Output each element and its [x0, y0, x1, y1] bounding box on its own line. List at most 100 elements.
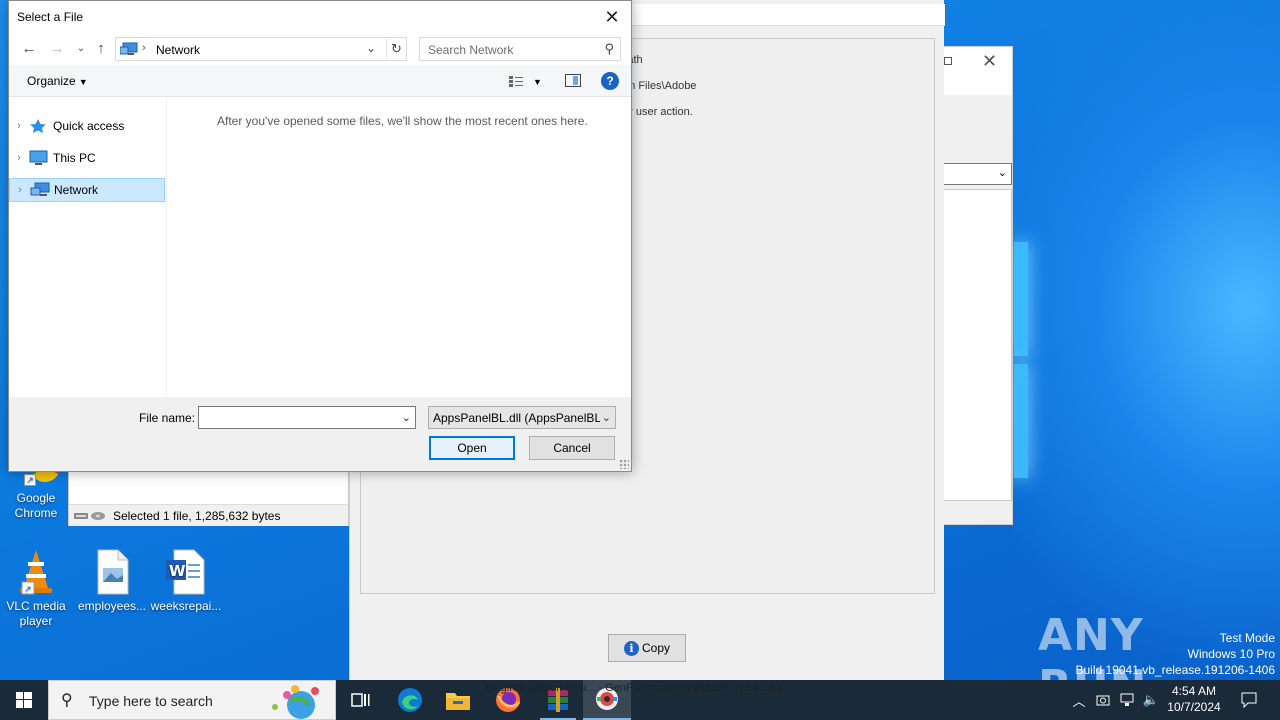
- notification-icon: [1241, 692, 1257, 708]
- chevron-down-icon: ⌄: [599, 411, 611, 424]
- start-button[interactable]: [0, 680, 48, 720]
- desktop-icon-label: weeksrepai...: [150, 599, 222, 613]
- secondary-window-combobox[interactable]: ⌄: [944, 163, 1012, 185]
- info-icon: i: [623, 640, 639, 656]
- camera-icon: [1096, 695, 1110, 706]
- folder-icon: [446, 693, 470, 710]
- taskbar-search-input[interactable]: Type here to search: [89, 693, 213, 709]
- select-file-dialog: Select a File ✕ ← → ⌄ ↑ › Network ⌄ ↻ Se…: [8, 0, 632, 472]
- maximize-icon[interactable]: [944, 57, 952, 65]
- cancel-button[interactable]: Cancel: [529, 436, 615, 460]
- chevron-right-icon[interactable]: ›: [9, 120, 29, 132]
- search-input[interactable]: Search Network: [428, 43, 513, 57]
- desktop-icon-weeksrepai[interactable]: W weeksrepai...: [148, 548, 224, 614]
- nav-item-this-pc[interactable]: › This PC: [9, 146, 165, 170]
- clock-time: 4:54 AM: [1171, 684, 1217, 698]
- explorer-status-bar: Selected 1 file, 1,285,632 bytes: [69, 504, 348, 526]
- forward-button[interactable]: →: [47, 38, 67, 58]
- chevron-right-icon[interactable]: ›: [10, 184, 30, 196]
- speaker-icon: 🔈: [1142, 692, 1160, 707]
- close-button[interactable]: ✕: [597, 3, 627, 31]
- copy-button-label: Copy: [641, 641, 670, 655]
- network-tray-icon[interactable]: [1116, 680, 1138, 720]
- copy-button[interactable]: i Copy: [608, 634, 686, 662]
- search-icon: ⚲: [604, 41, 614, 56]
- dialog-title: Select a File: [17, 10, 84, 24]
- dropdown-arrow-icon: ▼: [533, 77, 542, 87]
- word-document-icon: W: [162, 548, 210, 596]
- search-box[interactable]: Search Network ⚲: [419, 37, 621, 61]
- nav-item-label: This PC: [53, 151, 96, 165]
- taskbar-clock[interactable]: 4:54 AM 10/7/2024: [1164, 683, 1224, 715]
- command-bar: Organize ▼ ▼ ?: [9, 65, 631, 97]
- meet-now-tray-icon[interactable]: [1092, 680, 1114, 720]
- up-button[interactable]: ↑: [91, 38, 111, 58]
- edge-taskbar-button[interactable]: [386, 680, 434, 720]
- chevron-up-icon: ︿: [1072, 693, 1086, 709]
- address-bar[interactable]: › Network ⌄ ↻: [115, 37, 407, 61]
- arrow-right-icon: →: [49, 39, 65, 57]
- build-line: Build 19041.vb_release.191206-1406: [1075, 663, 1276, 677]
- view-options-icon: [509, 76, 523, 87]
- network-icon: [30, 182, 52, 198]
- chevron-down-icon: ⌄: [997, 167, 1007, 179]
- resize-grip[interactable]: [619, 459, 629, 469]
- edge-icon: [398, 688, 422, 712]
- chevron-down-icon[interactable]: ⌄: [366, 41, 376, 55]
- volume-tray-icon[interactable]: 🔈: [1140, 680, 1162, 720]
- nav-item-quick-access[interactable]: › Quick access: [9, 114, 165, 138]
- desktop-icon-label: employees...: [77, 599, 147, 613]
- task-view-icon: [351, 693, 370, 707]
- explorer-status-text: Selected 1 file, 1,285,632 bytes: [113, 508, 281, 523]
- dialog-titlebar: Select a File ✕: [9, 1, 631, 32]
- close-icon: ✕: [604, 6, 620, 27]
- open-button-label: Open: [457, 441, 487, 455]
- drive-icon: [74, 511, 105, 520]
- preview-pane-icon[interactable]: [565, 74, 581, 87]
- file-list-area[interactable]: After you've opened some files, we'll sh…: [167, 97, 631, 397]
- action-center-button[interactable]: [1234, 680, 1264, 720]
- file-type-filter-value: AppsPanelBL.dll (AppsPanelBL.: [433, 411, 605, 425]
- address-location[interactable]: Network: [156, 43, 200, 57]
- chevron-down-icon[interactable]: ⌄: [402, 411, 411, 424]
- file-explorer-taskbar-button[interactable]: [434, 680, 482, 720]
- windows-edition-line: Windows 10 Pro: [1187, 647, 1275, 661]
- nav-item-label: Quick access: [53, 119, 125, 133]
- close-icon[interactable]: ✕: [982, 51, 997, 72]
- network-icon: [1120, 693, 1134, 706]
- nav-item-network[interactable]: › Network: [9, 178, 165, 202]
- network-icon: [120, 42, 138, 55]
- show-hidden-icons-button[interactable]: ︿: [1068, 680, 1090, 720]
- windows-logo-pane: [1014, 242, 1028, 356]
- desktop-icon-employees[interactable]: employees...: [74, 548, 150, 614]
- back-button[interactable]: ←: [19, 38, 39, 58]
- background-explorer-window: Selected 1 file, 1,285,632 bytes: [68, 470, 349, 526]
- svg-text:↗: ↗: [24, 584, 32, 594]
- star-icon: [29, 118, 51, 134]
- vlc-icon: ↗: [12, 548, 60, 596]
- organize-button[interactable]: Organize ▼: [27, 74, 88, 88]
- taskbar-search[interactable]: ⚲ Type here to search: [48, 680, 336, 720]
- change-view-button[interactable]: ▼: [509, 73, 549, 91]
- chevron-right-icon[interactable]: ›: [9, 152, 29, 164]
- computer-icon: [29, 150, 51, 166]
- nav-item-label: Network: [54, 183, 99, 197]
- desktop-icon-label: VLC media player: [6, 599, 66, 628]
- help-icon[interactable]: ?: [601, 72, 619, 90]
- file-name-input[interactable]: ⌄: [198, 406, 416, 429]
- windows-icon: [16, 692, 32, 708]
- secondary-window-titlebar: [944, 47, 1012, 95]
- task-view-button[interactable]: [336, 680, 384, 720]
- open-button[interactable]: Open: [429, 436, 515, 460]
- desktop-icon-vlc[interactable]: ↗ VLC media player: [0, 548, 72, 629]
- empty-recent-message: After you've opened some files, we'll sh…: [217, 114, 588, 128]
- svg-text:W: W: [169, 562, 186, 580]
- refresh-icon: ↻: [391, 41, 402, 56]
- refresh-button[interactable]: ↻: [386, 39, 406, 59]
- test-mode-notice: Test Mode Windows 10 Pro Build 19041.vb_…: [1076, 630, 1276, 678]
- recent-locations-button[interactable]: ⌄: [71, 38, 91, 58]
- test-mode-line: Test Mode: [1219, 631, 1275, 645]
- windows-logo-pane: [1014, 364, 1028, 478]
- file-type-filter[interactable]: AppsPanelBL.dll (AppsPanelBL. ⌄: [428, 406, 616, 429]
- organize-label: Organize: [27, 74, 76, 88]
